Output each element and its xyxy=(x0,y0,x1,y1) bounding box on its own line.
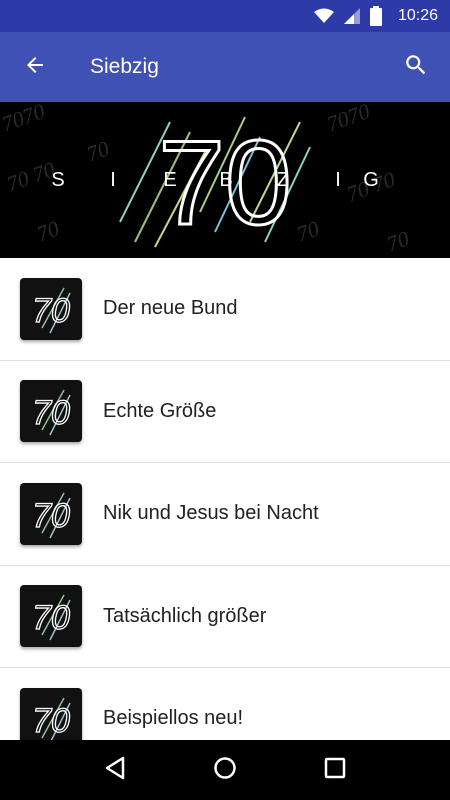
search-icon xyxy=(403,52,429,83)
svg-text:70: 70 xyxy=(33,216,62,247)
arrow-back-icon xyxy=(23,53,47,82)
banner-letter-6: I xyxy=(335,169,341,191)
page-title: Siebzig xyxy=(90,55,159,78)
item-thumbnail: 70 xyxy=(20,585,82,648)
list-item[interactable]: 70 Beispiellos neu! xyxy=(0,668,450,740)
recents-square-icon xyxy=(324,757,346,784)
svg-text:70: 70 xyxy=(383,226,412,257)
svg-text:70: 70 xyxy=(83,136,112,167)
item-title: Nik und Jesus bei Nacht xyxy=(103,502,319,525)
svg-text:7070: 7070 xyxy=(0,102,48,137)
list-item[interactable]: 70 Der neue Bund xyxy=(0,258,450,361)
banner-letter-7: G xyxy=(363,169,379,191)
item-thumbnail: 70 xyxy=(20,380,82,443)
list-item[interactable]: 70 Echte Größe xyxy=(0,361,450,463)
app-bar: Siebzig xyxy=(0,32,450,102)
banner-number: 70 xyxy=(158,116,291,250)
status-time: 10:26 xyxy=(397,7,438,24)
home-circle-icon xyxy=(213,756,237,785)
back-triangle-icon xyxy=(104,756,126,785)
wifi-icon xyxy=(313,8,334,24)
item-thumbnail: 70 xyxy=(20,687,82,740)
banner-image: 7070 70 70 70 7070 70 70 70 70 70 S I E … xyxy=(0,102,450,258)
svg-text:70: 70 xyxy=(32,497,70,535)
nav-recents-button[interactable] xyxy=(310,745,360,795)
svg-text:70: 70 xyxy=(293,216,322,247)
item-title: Der neue Bund xyxy=(103,297,238,320)
svg-text:70: 70 xyxy=(32,599,70,637)
search-button[interactable] xyxy=(386,32,446,102)
back-button[interactable] xyxy=(0,32,70,102)
svg-text:70 70: 70 70 xyxy=(3,156,58,196)
item-title: Tatsächlich größer xyxy=(103,604,267,627)
battery-icon xyxy=(369,6,382,26)
svg-text:70: 70 xyxy=(32,702,70,740)
svg-text:70: 70 xyxy=(32,292,70,330)
list-item[interactable]: 70 Nik und Jesus bei Nacht xyxy=(0,463,450,566)
list-item[interactable]: 70 Tatsächlich größer xyxy=(0,566,450,668)
item-thumbnail: 70 xyxy=(20,277,82,340)
item-title: Beispiellos neu! xyxy=(103,707,244,730)
item-title: Echte Größe xyxy=(103,399,217,422)
message-list: 70 Der neue Bund 70 Echte Größe 70 Nik u… xyxy=(0,258,450,740)
svg-text:70: 70 xyxy=(32,394,70,432)
banner-letter-2: I xyxy=(110,169,116,191)
svg-text:7070: 7070 xyxy=(323,102,373,137)
status-bar: 10:26 xyxy=(0,0,450,32)
item-thumbnail: 70 xyxy=(20,482,82,545)
system-nav-bar xyxy=(0,740,450,800)
nav-back-button[interactable] xyxy=(90,745,140,795)
signal-icon xyxy=(343,8,360,24)
banner-letter-1: S xyxy=(51,169,64,191)
nav-home-button[interactable] xyxy=(200,745,250,795)
